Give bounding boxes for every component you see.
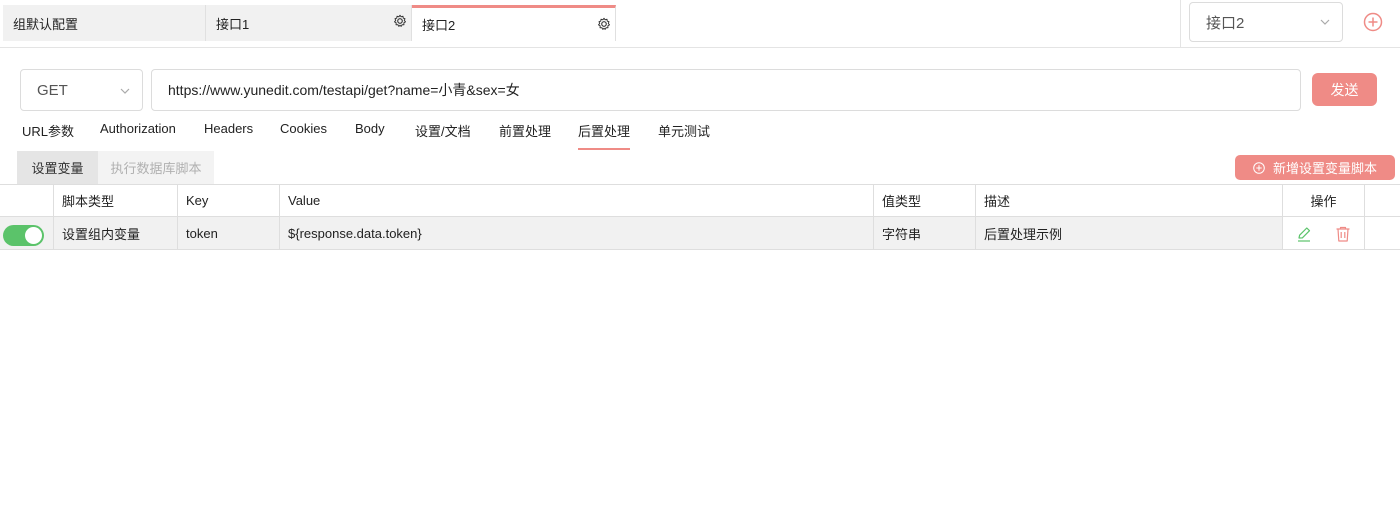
table-header-row: 脚本类型 Key Value 值类型 描述 操作 (0, 184, 1400, 217)
toggle-knob (25, 227, 42, 244)
send-button[interactable]: 发送 (1312, 73, 1377, 106)
add-button-label: 新增设置变量脚本 (1272, 161, 1377, 176)
tab-label: 组默认配置 (13, 16, 79, 32)
gear-icon[interactable] (597, 17, 611, 31)
cell-value: ${response.data.token} (279, 217, 873, 249)
request-subtabs: URL参数 Authorization Headers Cookies Body… (0, 117, 1400, 150)
segment-set-variable[interactable]: 设置变量 (17, 151, 98, 184)
subtab-headers[interactable]: Headers (204, 121, 253, 136)
edit-icon[interactable] (1295, 225, 1313, 243)
env-select[interactable]: 接口2 (1189, 2, 1343, 42)
subtab-cookies[interactable]: Cookies (280, 121, 327, 136)
row-spacer (1364, 217, 1400, 249)
variables-table: 脚本类型 Key Value 值类型 描述 操作 设置组内变量 token ${… (0, 184, 1400, 251)
subtab-url-params[interactable]: URL参数 (22, 121, 74, 140)
cell-script-type: 设置组内变量 (53, 217, 177, 249)
add-set-variable-script-button[interactable]: 新增设置变量脚本 (1235, 155, 1395, 180)
table-row: 设置组内变量 token ${response.data.token} 字符串 … (0, 216, 1400, 250)
header-script-type: 脚本类型 (53, 185, 177, 216)
cell-description: 后置处理示例 (975, 217, 1282, 249)
method-value: GET (37, 81, 68, 99)
url-input[interactable] (151, 69, 1301, 111)
header-actions: 操作 (1282, 185, 1364, 216)
method-select[interactable]: GET (20, 69, 143, 111)
top-tab-bar: 组默认配置 接口1 接口2 接口2 (0, 0, 1400, 48)
subtab-body[interactable]: Body (355, 121, 385, 136)
delete-icon[interactable] (1334, 225, 1352, 243)
tab-label: 接口2 (422, 18, 456, 33)
subtab-settings-docs[interactable]: 设置/文档 (415, 121, 471, 140)
add-circle-icon (1253, 161, 1265, 174)
cell-key: token (177, 217, 279, 249)
enable-toggle[interactable] (3, 225, 44, 246)
header-value: Value (279, 185, 873, 216)
subtab-pre-processing[interactable]: 前置处理 (499, 121, 551, 140)
env-select-value: 接口2 (1206, 14, 1245, 32)
add-tab-icon[interactable] (1363, 12, 1383, 32)
tab-api-1[interactable]: 接口1 (206, 5, 412, 41)
segment-run-db-script[interactable]: 执行数据库脚本 (98, 151, 214, 184)
header-key: Key (177, 185, 279, 216)
subtab-authorization[interactable]: Authorization (100, 121, 176, 136)
cell-value-type: 字符串 (873, 217, 975, 249)
chevron-down-icon (1320, 19, 1330, 25)
cell-actions (1282, 217, 1364, 249)
subtab-post-processing[interactable]: 后置处理 (578, 121, 631, 150)
header-value-type: 值类型 (873, 185, 975, 216)
tab-label: 接口1 (216, 16, 250, 32)
chevron-down-icon (120, 88, 130, 94)
gear-icon[interactable] (393, 14, 407, 28)
divider (1180, 0, 1181, 47)
header-spacer (1364, 185, 1400, 216)
tab-api-2[interactable]: 接口2 (412, 5, 616, 41)
header-description: 描述 (975, 185, 1282, 216)
tab-group-default-config[interactable]: 组默认配置 (3, 5, 206, 41)
subtab-unit-test[interactable]: 单元测试 (658, 121, 710, 140)
